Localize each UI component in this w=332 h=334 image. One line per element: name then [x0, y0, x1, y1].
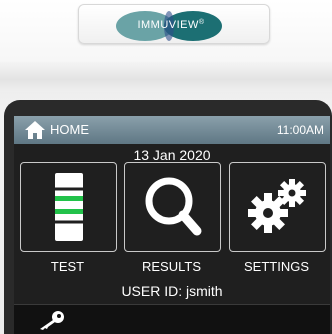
- settings-label: SETTINGS: [243, 259, 309, 274]
- magnifier-icon: [145, 177, 202, 236]
- results-button[interactable]: [124, 162, 221, 252]
- brand-logo: IMMUVIEW®: [116, 11, 226, 41]
- gears-icon: [248, 179, 306, 233]
- clock: 11:00AM: [276, 123, 324, 137]
- brand-name: IMMUVIEW®: [137, 19, 205, 31]
- housing-ridge: [0, 62, 332, 92]
- home-label[interactable]: HOME: [50, 122, 89, 137]
- footer-bar: [14, 304, 330, 334]
- test-button[interactable]: [20, 162, 117, 252]
- home-icon[interactable]: [24, 120, 46, 140]
- header-bar: HOME 11:00AM: [14, 116, 330, 144]
- results-label: RESULTS: [142, 259, 201, 274]
- touch-screen: HOME 11:00AM 13 Jan 2020 TEST RESULTS SE…: [14, 116, 330, 334]
- user-id: USER ID: jsmith: [121, 283, 223, 299]
- test-label: TEST: [50, 259, 85, 274]
- key-icon[interactable]: [36, 309, 66, 331]
- date-display: 13 Jan 2020: [133, 147, 211, 163]
- settings-button[interactable]: [229, 162, 326, 252]
- test-strip-icon: [55, 173, 83, 241]
